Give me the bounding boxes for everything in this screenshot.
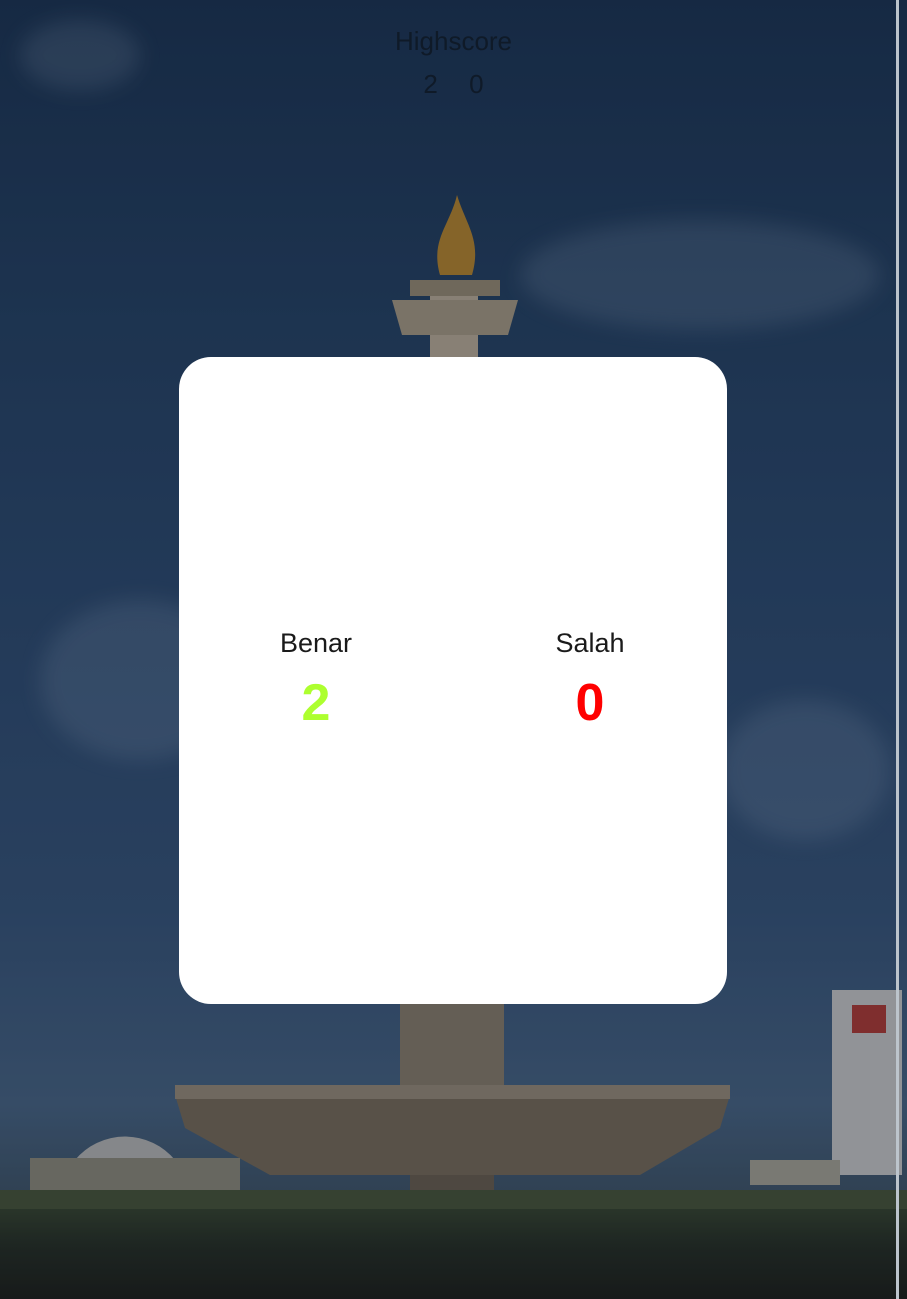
correct-column: Benar 2: [216, 628, 416, 733]
highscore-wrong: 0: [469, 69, 484, 99]
highscore-values: 2 0: [0, 69, 907, 100]
wrong-label: Salah: [555, 628, 625, 658]
scrollbar[interactable]: [896, 0, 899, 1299]
correct-value: 2: [301, 674, 331, 732]
wrong-value: 0: [575, 674, 605, 732]
result-card: Benar 2 Salah 0: [179, 357, 727, 1004]
correct-label: Benar: [279, 628, 353, 658]
highscore-title: Highscore: [394, 26, 513, 56]
wrong-column: Salah 0: [490, 628, 690, 733]
highscore-correct: 2: [423, 69, 438, 99]
game-screen: Highscore 2 0 Benar 2 Salah 0: [0, 0, 907, 1299]
highscore-panel: Highscore 2 0: [0, 26, 907, 100]
